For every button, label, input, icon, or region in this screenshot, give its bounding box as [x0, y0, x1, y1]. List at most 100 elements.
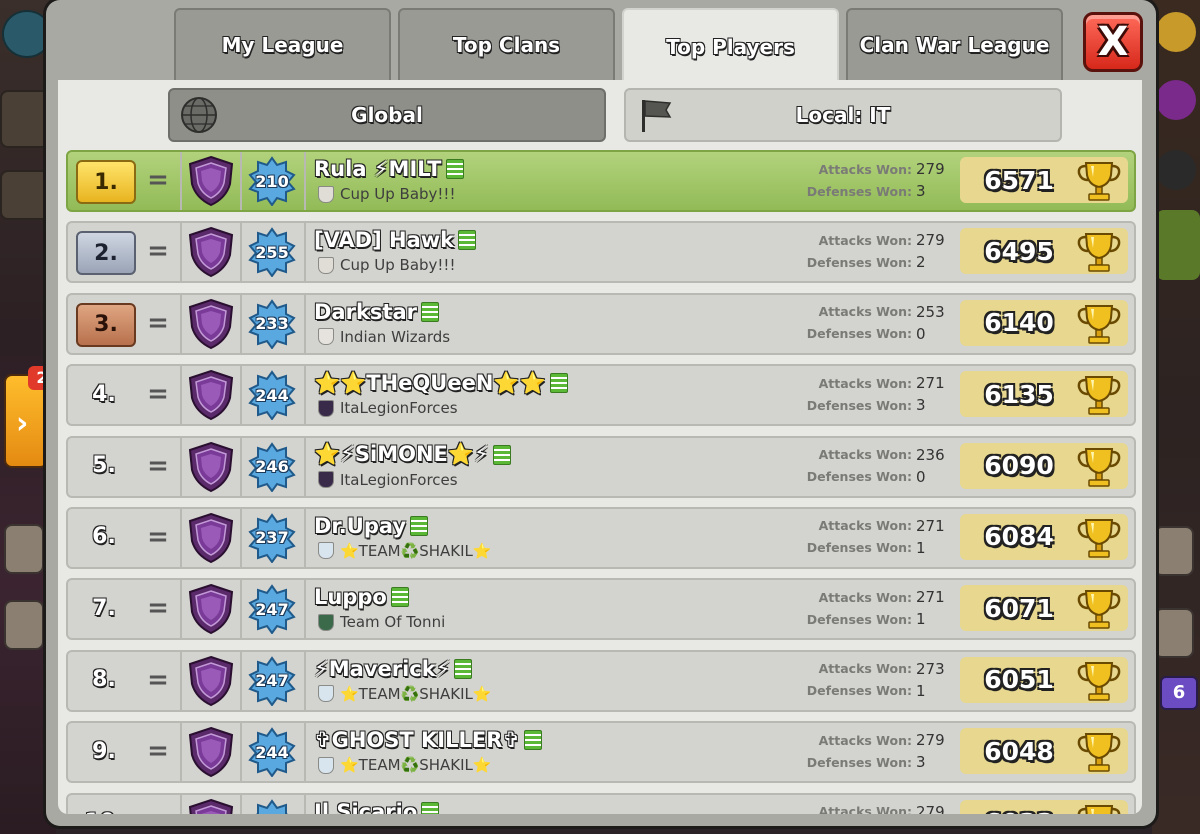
player-name[interactable]: Luppo [314, 584, 409, 610]
player-name[interactable]: Dr.Upay [314, 513, 429, 539]
attacks-won-label: Attacks Won: [818, 161, 912, 177]
chat-message-icon[interactable] [454, 658, 473, 679]
player-name[interactable]: ⚡Maverick⚡ [314, 656, 473, 682]
divider [180, 152, 182, 210]
side-hud-bubble [0, 90, 50, 148]
player-clan[interactable]: Team Of Tonni [318, 612, 445, 632]
defenses-won: Defenses Won: 1 [788, 608, 948, 630]
player-name[interactable]: [VAD] Hawk [314, 227, 477, 253]
defenses-won: Defenses Won: 3 [788, 751, 948, 773]
chat-message-icon[interactable] [421, 801, 440, 814]
player-name[interactable]: ⭐⭐THeQUeeN⭐⭐ [314, 370, 568, 396]
player-row[interactable]: 9. = 244 ✞GHOST KILLER✞ ⭐TEAM♻️SHAKIL⭐ A… [66, 721, 1136, 784]
player-row[interactable]: 6. = 237 Dr.Upay ⭐TEAM♻️SHAKIL⭐ Attacks … [66, 506, 1136, 569]
divider [180, 223, 182, 282]
chat-message-icon[interactable] [390, 587, 409, 608]
trophy-icon [1077, 304, 1121, 344]
trophy-count-box: 6090 [960, 442, 1128, 489]
tab-top-clans[interactable]: Top Clans [398, 8, 615, 80]
filter-global-button[interactable]: Global [168, 88, 606, 142]
chat-message-icon[interactable] [458, 230, 477, 251]
player-name[interactable]: ✞GHOST KILLER✞ [314, 727, 542, 753]
player-name-text: Il Sicario [314, 799, 418, 814]
chat-message-icon[interactable] [445, 159, 464, 179]
chevron-right-icon: › [16, 406, 29, 441]
player-clan[interactable]: Cup Up Baby!!! [318, 255, 455, 275]
player-clan[interactable]: ItaLegionForces [318, 470, 458, 490]
player-level: 210 [255, 171, 289, 191]
player-row[interactable]: 5. = 246 ⭐⚡SiMONE⭐⚡ ItaLegionForces Atta… [66, 435, 1136, 498]
divider [240, 437, 242, 496]
tab-label: My League [221, 33, 344, 57]
settings-gear-icon[interactable] [1154, 608, 1194, 658]
defenses-won-label: Defenses Won: [806, 183, 912, 199]
side-hud-bubble [2, 10, 52, 58]
notification-badge: 6 [1160, 676, 1198, 710]
player-name[interactable]: Darkstar [314, 299, 439, 325]
clan-name: Team Of Tonni [340, 613, 446, 632]
leaderboard-content: Global Local: IT 1. = 210 Rula ⚡MILT Cup… [58, 80, 1142, 814]
clan-badge-icon [318, 185, 334, 203]
trophy-count: 6090 [984, 451, 1054, 481]
divider [240, 723, 242, 782]
clan-badge-icon [318, 399, 334, 417]
player-stats: Attacks Won: 253 Defenses Won: 0 [788, 301, 948, 345]
player-clan[interactable]: ItaLegionForces [318, 398, 458, 418]
chat-message-icon[interactable] [492, 444, 511, 465]
attacks-won-value: 271 [916, 516, 945, 535]
player-list: 1. = 210 Rula ⚡MILT Cup Up Baby!!! Attac… [66, 150, 1136, 814]
player-clan[interactable]: ⭐TEAM♻️SHAKIL⭐ [318, 541, 492, 561]
legend-league-shield-icon [188, 512, 234, 564]
attacks-won: Attacks Won: 279 [788, 158, 948, 180]
legend-league-shield-icon [188, 727, 234, 778]
chat-message-icon[interactable] [523, 730, 542, 751]
trophy-icon [1077, 376, 1121, 415]
trophy-icon [1077, 661, 1121, 701]
player-clan[interactable]: ⭐TEAM♻️SHAKIL⭐ [318, 755, 492, 775]
trophy-count-box: 6495 [960, 228, 1128, 275]
defenses-won: Defenses Won: 2 [788, 251, 948, 273]
player-row[interactable]: 3. = 233 Darkstar Indian Wizards Attacks… [66, 292, 1136, 355]
tab-clan-war-league[interactable]: Clan War League [846, 8, 1063, 80]
close-button[interactable]: X [1083, 12, 1143, 72]
player-row[interactable]: 2. = 255 [VAD] Hawk Cup Up Baby!!! Attac… [66, 221, 1136, 284]
tab-top-players[interactable]: Top Players [622, 8, 839, 84]
player-clan[interactable]: Cup Up Baby!!! [318, 184, 455, 204]
player-clan[interactable]: ⭐TEAM♻️SHAKIL⭐ [318, 684, 492, 704]
side-hud-bubble [1156, 210, 1200, 280]
tab-my-league[interactable]: My League [174, 8, 391, 80]
player-row[interactable]: 7. = 247 Luppo Team Of Tonni Attacks Won… [66, 578, 1136, 641]
clan-badge-icon [318, 328, 334, 346]
rank-label: 8. [92, 667, 116, 693]
divider [304, 723, 306, 782]
chat-message-icon[interactable] [549, 373, 568, 394]
chat-message-icon[interactable] [410, 515, 429, 536]
side-sword-icon[interactable] [4, 524, 44, 574]
player-name[interactable]: Il Sicario [314, 799, 440, 814]
player-name-text: Darkstar [314, 299, 417, 324]
legend-league-shield-icon [188, 370, 234, 421]
side-builder-icon[interactable] [4, 600, 44, 650]
trophy-icon [1077, 162, 1121, 201]
clan-name: ⭐TEAM♻️SHAKIL⭐ [340, 684, 492, 703]
player-name[interactable]: ⭐⚡SiMONE⭐⚡ [314, 442, 511, 468]
player-row[interactable]: 4. = 244 ⭐⭐THeQUeeN⭐⭐ ItaLegionForces At… [66, 364, 1136, 427]
filter-local-button[interactable]: Local: IT [624, 88, 1062, 142]
player-row[interactable]: 8. = 247 ⚡Maverick⚡ ⭐TEAM♻️SHAKIL⭐ Attac… [66, 649, 1136, 712]
player-row[interactable]: 1. = 210 Rula ⚡MILT Cup Up Baby!!! Attac… [66, 150, 1136, 212]
player-name[interactable]: Rula ⚡MILT [314, 156, 464, 182]
chat-message-icon[interactable] [421, 301, 439, 322]
clan-badge-icon [318, 613, 334, 631]
attacks-won-label: Attacks Won: [818, 589, 912, 605]
defenses-won-label: Defenses Won: [806, 326, 912, 342]
side-hud-bubble [1156, 12, 1196, 52]
player-row[interactable]: 10. = 235 Il Sicario GOLA PkTr [66, 792, 1136, 814]
trophy-icon [1077, 233, 1121, 273]
clan-name: Cup Up Baby!!! [340, 185, 456, 203]
player-clan[interactable]: Indian Wizards [318, 327, 450, 347]
share-icon[interactable] [1154, 526, 1194, 576]
trophy-icon [1077, 590, 1121, 630]
trophy-icon [1077, 733, 1121, 772]
rank-change-indicator: = [147, 521, 169, 552]
rank-label: 3. [76, 302, 136, 347]
